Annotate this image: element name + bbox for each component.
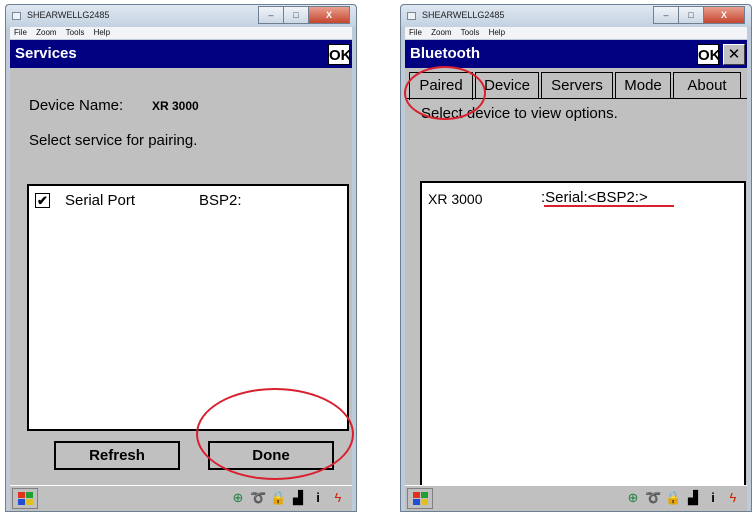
battery-icon[interactable]: ϟ: [330, 489, 346, 507]
instruction-text: Select service for pairing.: [29, 132, 198, 149]
done-annotation-circle: [196, 388, 354, 480]
page-title: Bluetooth: [410, 45, 480, 62]
input-icon[interactable]: ▟: [290, 489, 306, 507]
paired-devices-list[interactable]: XR 3000 :Serial:<BSP2:>: [420, 181, 746, 487]
taskbar: ⊕ ➰ 🔒 ▟ i ϟ: [10, 485, 352, 511]
service-name[interactable]: Serial Port: [65, 192, 135, 209]
close-window-button[interactable]: X: [703, 6, 745, 24]
window-title: SHEARWELLG2485: [422, 10, 505, 20]
close-icon[interactable]: ✕: [723, 44, 745, 65]
connection-icon[interactable]: ➰: [645, 489, 661, 507]
paired-device-name[interactable]: XR 3000: [428, 191, 482, 207]
info-icon[interactable]: i: [705, 489, 721, 507]
ok-button[interactable]: OK: [328, 44, 352, 65]
system-tray: ⊕ ➰ 🔒 ▟ i ϟ: [625, 489, 741, 507]
close-window-button[interactable]: X: [308, 6, 350, 24]
battery-icon[interactable]: ϟ: [725, 489, 741, 507]
app-icon: [12, 12, 21, 20]
menu-tools[interactable]: Tools: [461, 28, 480, 37]
menu-help[interactable]: Help: [489, 28, 505, 37]
maximize-button[interactable]: □: [283, 6, 309, 24]
menu-file[interactable]: File: [409, 28, 422, 37]
refresh-button[interactable]: Refresh: [54, 441, 180, 470]
menu-bar: File Zoom Tools Help: [405, 27, 747, 39]
window-titlebar[interactable]: SHEARWELLG2485 – □ X: [6, 5, 356, 27]
device-name-value: XR 3000: [152, 99, 199, 113]
window-title: SHEARWELLG2485: [27, 10, 110, 20]
menu-file[interactable]: File: [14, 28, 27, 37]
serial-port-checkbox[interactable]: ✔: [35, 193, 50, 208]
tab-servers[interactable]: Servers: [541, 72, 613, 99]
menu-zoom[interactable]: Zoom: [36, 28, 56, 37]
service-underline-annotation: [544, 205, 674, 207]
tab-mode[interactable]: Mode: [615, 72, 671, 99]
input-icon[interactable]: ▟: [685, 489, 701, 507]
menu-zoom[interactable]: Zoom: [431, 28, 451, 37]
network-icon[interactable]: ⊕: [625, 489, 641, 507]
menu-help[interactable]: Help: [94, 28, 110, 37]
paired-device-service[interactable]: :Serial:<BSP2:>: [541, 189, 648, 206]
minimize-button[interactable]: –: [258, 6, 284, 24]
service-port: BSP2:: [199, 192, 242, 209]
lock-icon[interactable]: 🔒: [270, 489, 286, 507]
lock-icon[interactable]: 🔒: [665, 489, 681, 507]
minimize-button[interactable]: –: [653, 6, 679, 24]
start-flag-icon[interactable]: [12, 488, 38, 509]
maximize-button[interactable]: □: [678, 6, 704, 24]
screen-header: Services OK: [10, 40, 352, 68]
menu-bar: File Zoom Tools Help: [10, 27, 352, 39]
connection-icon[interactable]: ➰: [250, 489, 266, 507]
app-icon: [407, 12, 416, 20]
device-name-label: Device Name:: [29, 97, 124, 114]
menu-tools[interactable]: Tools: [66, 28, 85, 37]
page-title: Services: [15, 45, 77, 62]
network-icon[interactable]: ⊕: [230, 489, 246, 507]
screen-header: Bluetooth OK ✕: [405, 40, 747, 68]
start-flag-icon[interactable]: [407, 488, 433, 509]
info-icon[interactable]: i: [310, 489, 326, 507]
tab-about[interactable]: About: [673, 72, 741, 99]
taskbar: ⊕ ➰ 🔒 ▟ i ϟ: [405, 485, 747, 511]
window-titlebar[interactable]: SHEARWELLG2485 – □ X: [401, 5, 751, 27]
ok-button[interactable]: OK: [697, 44, 721, 65]
paired-tab-annotation-circle: [404, 66, 486, 120]
system-tray: ⊕ ➰ 🔒 ▟ i ϟ: [230, 489, 346, 507]
